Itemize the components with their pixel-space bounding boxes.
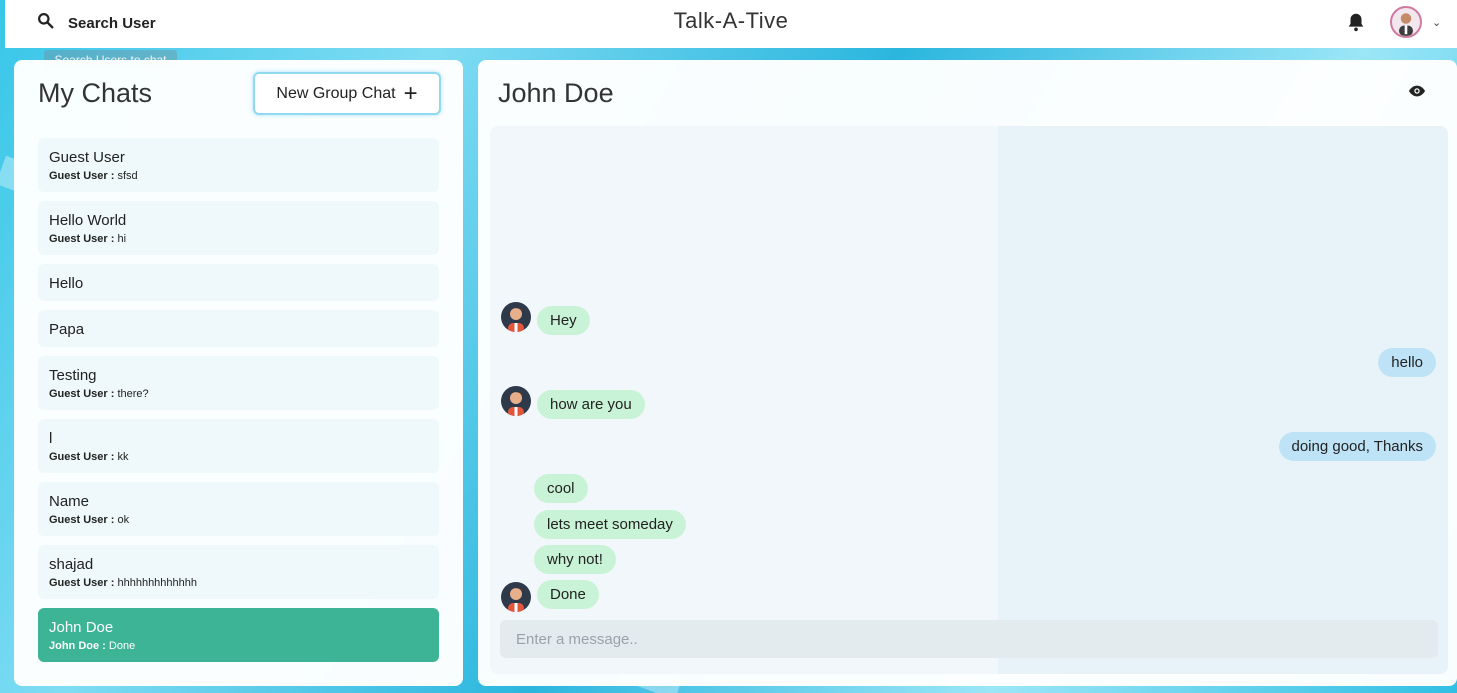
chat-name: Guest User — [49, 149, 125, 166]
chat-name: Papa — [49, 321, 85, 338]
message-bubble: Done — [537, 580, 599, 609]
messages-area[interactable]: Hey hello how are you doing good, Thanks… — [490, 126, 1448, 674]
chat-list-item[interactable]: Papa — [38, 310, 439, 347]
chat-preview: Guest User : hi — [49, 233, 127, 245]
chat-name: shajad — [49, 556, 94, 573]
avatar — [1390, 6, 1422, 38]
message-bubble: how are you — [537, 390, 645, 419]
chat-name: Hello — [49, 275, 84, 292]
top-bar: Search User Talk-A-Tive ⌄ — [5, 0, 1457, 48]
chat-list-item[interactable]: Testing Guest User : there? — [38, 356, 439, 410]
chat-header-title: John Doe — [498, 78, 614, 108]
chat-list-item[interactable]: shajad Guest User : hhhhhhhhhhhhh — [38, 545, 439, 599]
chat-preview: Guest User : ok — [49, 514, 130, 526]
eye-icon[interactable] — [1408, 84, 1428, 100]
message-bubble: lets meet someday — [534, 510, 686, 539]
sender-avatar — [501, 582, 531, 612]
chat-preview: Guest User : hhhhhhhhhhhhh — [49, 577, 198, 589]
chat-list-item[interactable]: Hello World Guest User : hi — [38, 201, 439, 255]
chat-name: John Doe — [49, 619, 114, 636]
new-group-chat-button[interactable]: New Group Chat + — [253, 72, 441, 115]
chat-list-item[interactable]: Guest User Guest User : sfsd — [38, 138, 439, 192]
chat-preview: Guest User : sfsd — [49, 170, 138, 182]
message-bubble: cool — [534, 474, 588, 503]
sender-avatar — [501, 302, 531, 332]
new-group-chat-label: New Group Chat — [276, 84, 396, 102]
message-bubble: Hey — [537, 306, 590, 335]
plus-icon: + — [403, 79, 418, 107]
chevron-down-icon: ⌄ — [1432, 16, 1442, 29]
profile-menu[interactable]: ⌄ — [1390, 6, 1441, 38]
chat-preview: John Doe : Done — [49, 640, 136, 652]
chat-name: Hello World — [49, 212, 127, 229]
message-bubble-mine: doing good, Thanks — [1278, 432, 1436, 461]
chat-panel: John Doe Hey hello how are you doing goo… — [478, 60, 1457, 686]
chat-name: Name — [49, 493, 90, 510]
chat-name: Testing — [49, 367, 97, 384]
background-decoration — [998, 126, 1448, 674]
search-icon — [37, 12, 54, 34]
my-chats-title: My Chats — [38, 78, 153, 108]
chat-preview: Guest User : kk — [49, 451, 129, 463]
chat-list-item[interactable]: Name Guest User : ok — [38, 482, 439, 536]
chat-preview: Guest User : there? — [49, 388, 149, 400]
message-bubble-mine: hello — [1378, 348, 1436, 377]
bell-icon[interactable] — [1345, 11, 1367, 33]
sender-avatar — [501, 386, 531, 416]
app-title: Talk-A-Tive — [673, 8, 789, 33]
my-chats-panel: My Chats New Group Chat + Guest User Gue… — [14, 60, 463, 686]
search-user-label: Search User — [68, 14, 156, 32]
chat-list-item[interactable]: l Guest User : kk — [38, 419, 439, 473]
message-input[interactable] — [500, 620, 1438, 658]
message-bubble: why not! — [534, 545, 616, 574]
chat-list-item[interactable]: Hello — [38, 264, 439, 301]
search-user-button[interactable]: Search User — [31, 8, 162, 38]
chat-name: l — [49, 430, 53, 447]
chat-list-item-active[interactable]: John Doe John Doe : Done — [38, 608, 439, 662]
